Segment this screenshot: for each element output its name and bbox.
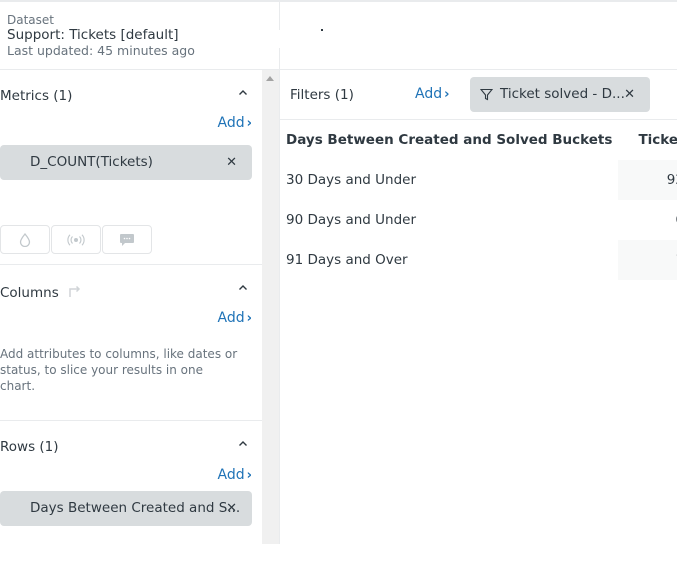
- columns-title-label: Columns: [0, 285, 59, 301]
- results-table: Days Between Created and Solved Buckets …: [280, 120, 677, 280]
- add-filter-label: Add: [415, 86, 443, 102]
- add-metric-label: Add: [217, 115, 245, 131]
- collapse-metrics-icon[interactable]: [237, 87, 249, 99]
- left-panel-scrollbar[interactable]: [262, 70, 279, 544]
- filter-pill[interactable]: Ticket solved - D... ✕: [470, 77, 650, 112]
- dataset-last-updated: Last updated: 45 minutes ago: [7, 43, 195, 58]
- comment-icon: [120, 233, 134, 246]
- filters-title: Filters (1): [290, 87, 354, 103]
- row-value: 924: [618, 160, 677, 200]
- metrics-title: Metrics (1): [0, 88, 73, 104]
- row-value: 67: [618, 200, 677, 240]
- row-label: 90 Days and Under: [286, 212, 417, 228]
- columns-hint: Add attributes to columns, like dates or…: [0, 347, 238, 393]
- column-header[interactable]: Tickets: [618, 120, 677, 160]
- visualization-buttons: [0, 225, 153, 254]
- table-row: 91 Days and Over 12: [280, 240, 677, 280]
- add-column-button[interactable]: Add ›: [218, 310, 252, 326]
- remove-filter-icon[interactable]: ✕: [624, 87, 635, 102]
- add-filter-button[interactable]: Add ›: [415, 86, 449, 102]
- row-pill[interactable]: Days Between Created and S... ✕: [0, 491, 252, 526]
- add-row-button[interactable]: Add ›: [218, 467, 252, 483]
- column-header[interactable]: Days Between Created and Solved Buckets: [280, 120, 618, 160]
- table-row: 90 Days and Under 67: [280, 200, 677, 240]
- filter-icon: [480, 88, 493, 101]
- swap-icon[interactable]: [67, 283, 83, 299]
- dataset-name[interactable]: Support: Tickets [default]: [7, 27, 279, 43]
- collapse-columns-icon[interactable]: [237, 282, 249, 294]
- filter-pill-label: Ticket solved - D...: [500, 86, 625, 102]
- add-row-label: Add: [217, 467, 245, 483]
- row-pill-label: Days Between Created and S...: [30, 500, 241, 516]
- collapse-rows-icon[interactable]: [237, 438, 249, 450]
- metric-pill[interactable]: D_COUNT(Tickets) ✕: [0, 145, 252, 180]
- row-label: 30 Days and Under: [286, 172, 417, 188]
- filters-bar: Filters (1) Add › Ticket solved - D... ✕: [280, 70, 677, 119]
- columns-title: Columns: [0, 283, 83, 301]
- broadcast-icon: [67, 233, 85, 246]
- chevron-right-icon: ›: [246, 116, 252, 131]
- row-label: 91 Days and Over: [286, 252, 408, 268]
- dataset-header: Dataset Support: Tickets [default] Last …: [0, 2, 279, 69]
- divider: [279, 48, 280, 69]
- dataset-label: Dataset: [7, 13, 54, 27]
- table-header-row: Days Between Created and Solved Buckets …: [280, 120, 677, 160]
- rows-section: Rows (1) Add › Days Between Created and S…: [0, 421, 262, 564]
- chevron-right-icon: ›: [246, 468, 252, 483]
- scroll-up-icon[interactable]: [266, 76, 274, 81]
- dot-mark: [321, 29, 323, 31]
- chevron-right-icon: ›: [444, 87, 450, 102]
- table-row: 30 Days and Under 924: [280, 160, 677, 200]
- remove-row-icon[interactable]: ✕: [226, 501, 237, 516]
- chevron-right-icon: ›: [246, 311, 252, 326]
- rows-title: Rows (1): [0, 439, 59, 455]
- viz-button-broadcast[interactable]: [51, 225, 101, 254]
- remove-metric-icon[interactable]: ✕: [226, 155, 237, 170]
- query-config-panel: Metrics (1) Add › D_COUNT(Tickets) ✕ Colu…: [0, 70, 262, 564]
- viz-button-drop[interactable]: [0, 225, 50, 254]
- metric-pill-label: D_COUNT(Tickets): [30, 154, 153, 170]
- metrics-section: Metrics (1) Add › D_COUNT(Tickets) ✕: [0, 70, 262, 264]
- divider: [279, 2, 280, 30]
- columns-section: Columns Add › Add attributes to columns, …: [0, 265, 262, 420]
- row-value: 12: [618, 240, 677, 280]
- viz-button-comment[interactable]: [102, 225, 152, 254]
- add-metric-button[interactable]: Add ›: [218, 115, 252, 131]
- drop-icon: [19, 232, 31, 247]
- add-column-label: Add: [217, 310, 245, 326]
